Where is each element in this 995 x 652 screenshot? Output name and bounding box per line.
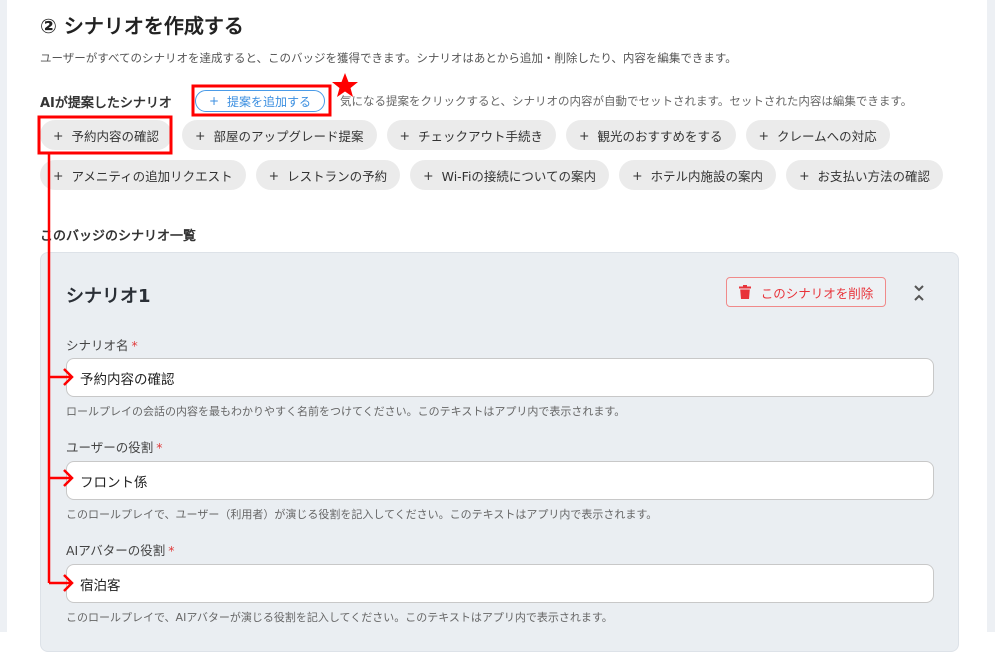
user-role-label: ユーザーの役割 * (66, 440, 163, 455)
trash-icon (738, 285, 751, 299)
suggestion-chip-label: チェックアウト手続き (417, 128, 543, 144)
suggestion-chip[interactable]: + お支払い方法の確認 (786, 160, 944, 190)
plus-icon: + (208, 94, 220, 108)
suggestion-row-2: + アメニティの追加リクエスト + レストランの予約 + Wi-Fiの接続についての案内 +… (40, 160, 944, 190)
collapse-icon[interactable] (909, 281, 929, 305)
page-description: ユーザーがすべてのシナリオを達成すると、このバッジを獲得できます。シナリオはあと… (40, 51, 737, 65)
suggestion-chip[interactable]: + 部屋のアップグレード提案 (182, 120, 377, 150)
suggestion-chip[interactable]: + Wi-Fiの接続についての案内 (410, 160, 610, 190)
user-role-help: このロールプレイで、ユーザー（利用者）が演じる役割を記入してください。このテキス… (66, 508, 658, 521)
plus-icon: + (195, 127, 206, 143)
suggestion-chip[interactable]: + アメニティの追加リクエスト (40, 160, 246, 190)
plus-icon: + (268, 167, 280, 183)
suggestion-chip-label: ホテル内施設の案内 (650, 168, 764, 184)
left-edge (0, 0, 7, 632)
scenario-name-help: ロールプレイの会話の内容を最もわかりやすく名前をつけてください。このテキストはア… (66, 405, 626, 418)
plus-icon: + (579, 127, 590, 143)
suggestion-chip[interactable]: + クレームへの対応 (745, 120, 890, 150)
suggestion-chip-label: Wi-Fiの接続についての案内 (441, 168, 597, 184)
plus-icon: + (423, 167, 434, 183)
ai-role-label: AIアバターの役割 * (66, 543, 175, 558)
suggestion-chip[interactable]: + レストランの予約 (255, 160, 401, 190)
plus-icon: + (53, 167, 64, 183)
scenario-list-label: このバッジのシナリオ一覧 (40, 229, 197, 244)
scenario-card: シナリオ1 このシナリオを削除 シナリオ名 * 予約内容の確認 ロールプレイの会話… (40, 252, 959, 652)
suggestion-chip[interactable]: + ホテル内施設の案内 (619, 160, 777, 190)
plus-icon: + (399, 127, 410, 143)
scrollbar-track[interactable] (987, 0, 995, 632)
ai-suggestions-label: AIが提案したシナリオ (40, 96, 172, 111)
delete-scenario-button[interactable]: このシナリオを削除 (726, 277, 886, 307)
suggestion-chip[interactable]: + チェックアウト手続き (386, 120, 556, 150)
scenario-title: シナリオ1 (66, 286, 151, 307)
suggestion-chip[interactable]: + 観光のおすすめをする (566, 120, 736, 150)
add-suggestion-label: 提案を追加する (227, 94, 312, 109)
ai-role-help: このロールプレイで、AIアバターが演じる役割を記入してください。このテキストはア… (66, 611, 613, 624)
suggestion-chip-label: レストランの予約 (287, 168, 388, 184)
ai-role-input[interactable]: 宿泊客 (66, 564, 934, 603)
suggestion-chip-label: アメニティの追加リクエスト (71, 168, 233, 184)
plus-icon: + (799, 167, 810, 183)
scenario-name-input[interactable]: 予約内容の確認 (66, 358, 934, 397)
suggestion-row-1: + 予約内容の確認 + 部屋のアップグレード提案 + チェックアウト手続き + 観光のおすすめ… (40, 120, 890, 150)
suggestion-chip-label: 予約内容の確認 (71, 128, 159, 144)
suggestions-hint: 気になる提案をクリックすると、シナリオの内容が自動でセットされます。セットされた… (340, 94, 913, 108)
plus-icon: + (53, 127, 64, 143)
suggestion-chip-label: 部屋のアップグレード提案 (213, 128, 364, 144)
suggestion-chip-label: お支払い方法の確認 (817, 168, 931, 184)
page-title: ② シナリオを作成する (40, 14, 244, 38)
delete-scenario-label: このシナリオを削除 (760, 285, 874, 301)
plus-icon: + (632, 167, 643, 183)
suggestion-chip[interactable]: + 予約内容の確認 (40, 120, 172, 150)
user-role-input[interactable]: フロント係 (66, 461, 934, 500)
add-suggestion-button[interactable]: + 提案を追加する (195, 90, 325, 112)
suggestion-chip-label: 観光のおすすめをする (597, 128, 723, 144)
scenario-name-label: シナリオ名 * (66, 338, 138, 353)
plus-icon: + (758, 127, 769, 143)
suggestion-chip-label: クレームへの対応 (776, 128, 877, 144)
